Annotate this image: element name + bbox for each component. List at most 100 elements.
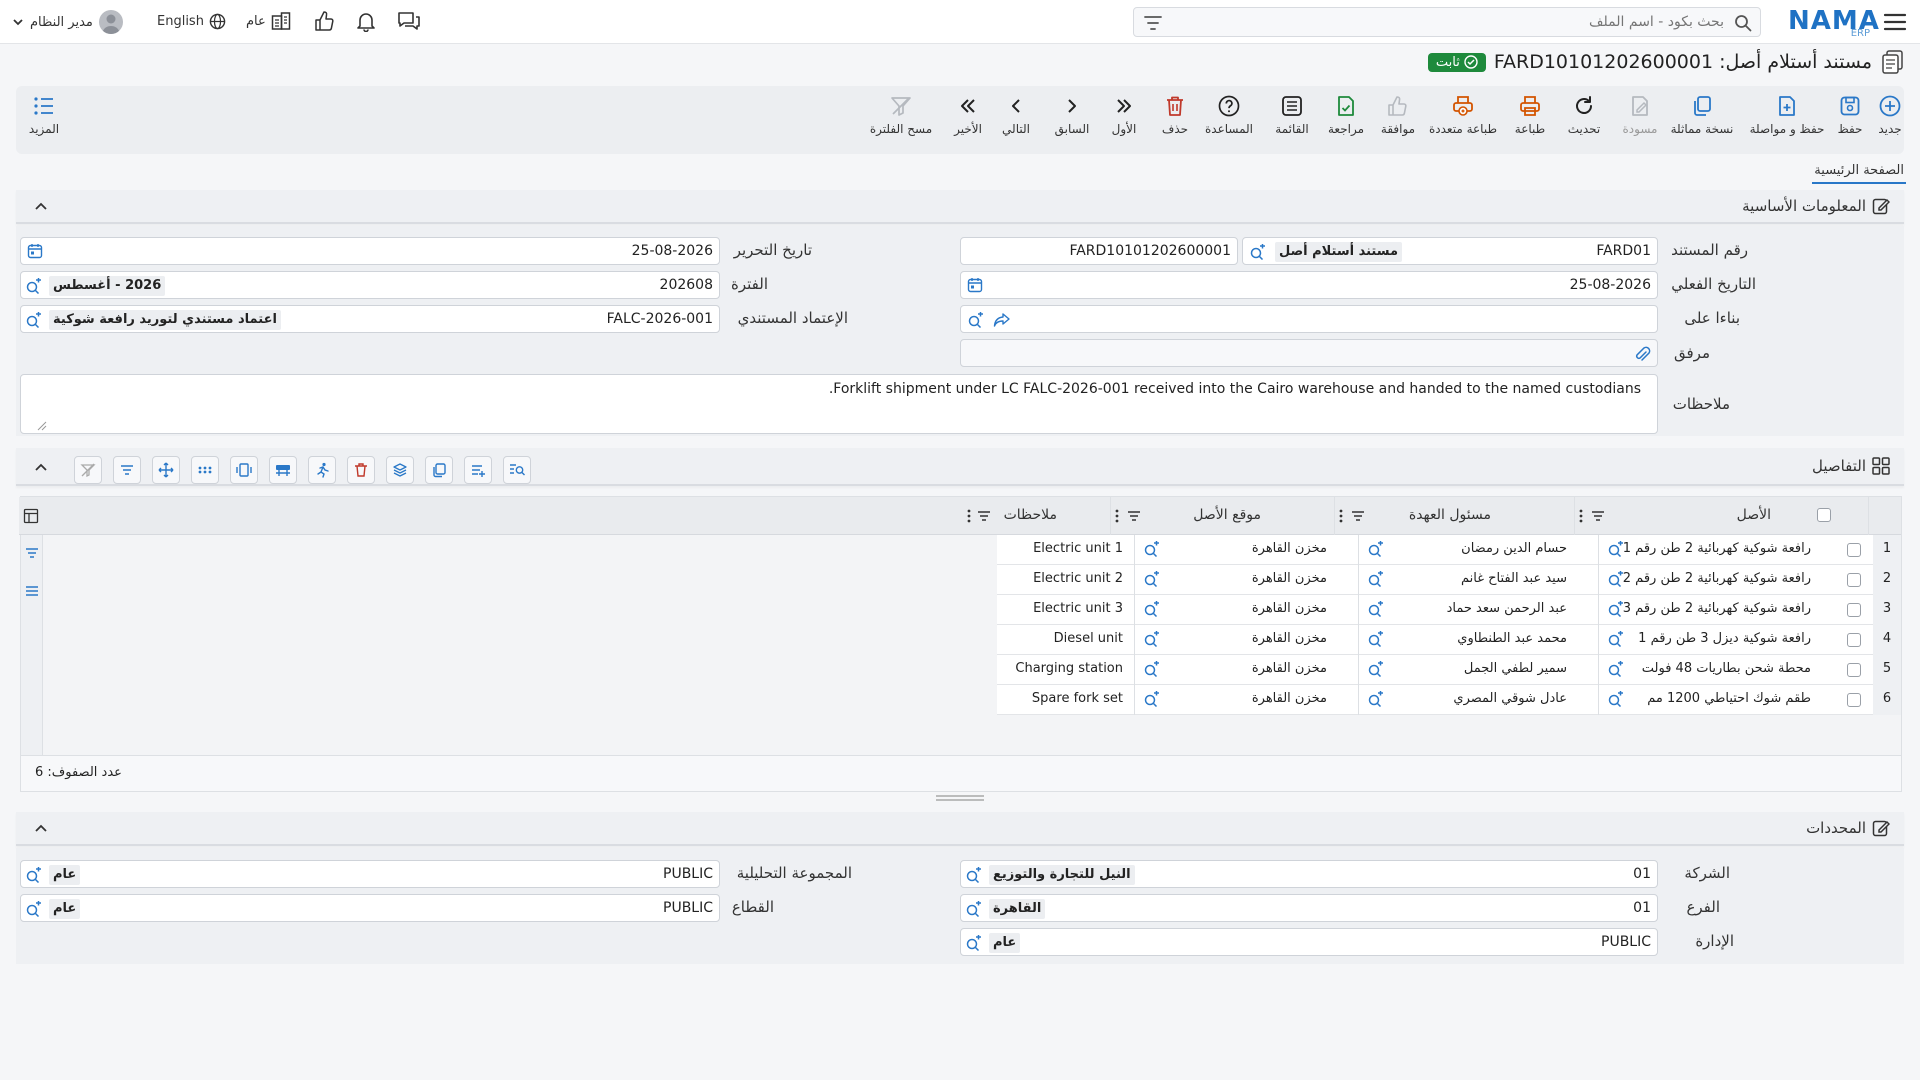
dimensions-header[interactable]: المحددات xyxy=(16,812,1904,846)
collapse-icon[interactable] xyxy=(34,199,48,213)
cell-custodian[interactable]: سمير لطفي الجمل xyxy=(1464,661,1567,676)
language-switch[interactable]: English xyxy=(157,13,226,30)
lookup-icon[interactable] xyxy=(965,901,983,917)
column-menu-icon[interactable] xyxy=(1115,509,1119,523)
cell-location[interactable]: مخزن القاهرة xyxy=(1252,661,1327,676)
column-asset[interactable]: الأصل xyxy=(1737,507,1771,523)
lookup-icon[interactable] xyxy=(1367,631,1385,647)
lookup-icon[interactable] xyxy=(1143,541,1161,557)
review-button[interactable]: مراجعة xyxy=(1326,94,1366,148)
lookup-icon[interactable] xyxy=(1367,601,1385,617)
share-icon[interactable] xyxy=(993,312,1011,328)
grid-move-button[interactable] xyxy=(152,456,180,484)
attachment-field[interactable] xyxy=(960,339,1658,367)
help-button[interactable]: المساعدة xyxy=(1204,94,1254,148)
cell-notes[interactable]: Spare fork set xyxy=(1032,691,1123,706)
column-notes[interactable]: ملاحظات xyxy=(1004,507,1057,523)
department-field[interactable]: PUBLIC عام xyxy=(960,928,1658,956)
cell-custodian[interactable]: عادل شوقي المصري xyxy=(1453,691,1567,706)
more-button[interactable]: المزيد xyxy=(26,94,62,148)
lookup-icon[interactable] xyxy=(1249,244,1267,260)
new-button[interactable]: جديد xyxy=(1870,94,1910,148)
user-menu[interactable]: مدير النظام xyxy=(12,8,123,36)
notes-field[interactable]: Forklift shipment under LC FALC-2026-001… xyxy=(20,374,1658,434)
grid-search-button[interactable] xyxy=(503,456,531,484)
table-row[interactable]: 3 رافعة شوكية كهربائية 2 طن رقم 3 عبد الرح… xyxy=(997,595,1901,625)
lookup-icon[interactable] xyxy=(1367,691,1385,707)
edit-date-field[interactable]: 25-08-2026 xyxy=(20,237,720,265)
period-field[interactable]: 202608 2026 - أغسطس xyxy=(20,271,720,299)
lookup-icon[interactable] xyxy=(967,312,985,328)
lookup-icon[interactable] xyxy=(25,901,43,917)
table-row[interactable]: 5 محطة شحن بطاريات 48 فولت سمير لطفي الجمل… xyxy=(997,655,1901,685)
save-button[interactable]: حفظ xyxy=(1830,94,1870,148)
lookup-icon[interactable] xyxy=(1143,691,1161,707)
lookup-icon[interactable] xyxy=(1607,631,1625,647)
thumbs-up-icon[interactable] xyxy=(313,10,335,32)
table-row[interactable]: 6 طقم شوك احتياطي 1200 مم عادل شوقي المصري… xyxy=(997,685,1901,715)
cell-location[interactable]: مخزن القاهرة xyxy=(1252,691,1327,706)
grid-copy-button[interactable] xyxy=(425,456,453,484)
cell-notes[interactable]: Charging station xyxy=(1015,661,1123,676)
tab-main[interactable]: الصفحة الرئيسية xyxy=(1812,163,1906,184)
first-button[interactable]: الأول xyxy=(1104,94,1144,148)
column-filter-icon[interactable] xyxy=(1591,510,1605,522)
duplicate-button[interactable]: نسخة مماثلة xyxy=(1666,94,1738,148)
column-filter-icon[interactable] xyxy=(1127,510,1141,522)
row-checkbox[interactable] xyxy=(1847,543,1861,557)
calendar-icon[interactable] xyxy=(27,243,43,259)
list-button[interactable]: القائمة xyxy=(1272,94,1312,148)
lookup-icon[interactable] xyxy=(1607,691,1625,707)
grid-layers-button[interactable] xyxy=(386,456,414,484)
lookup-icon[interactable] xyxy=(1143,571,1161,587)
actual-date-field[interactable]: 25-08-2026 xyxy=(960,271,1658,299)
print-button[interactable]: طباعة xyxy=(1510,94,1550,148)
lookup-icon[interactable] xyxy=(1607,661,1625,677)
table-row[interactable]: 4 رافعة شوكية ديزل 3 طن رقم 1 محمد عبد الط… xyxy=(997,625,1901,655)
cell-asset[interactable]: رافعة شوكية كهربائية 2 طن رقم 3 xyxy=(1623,601,1811,616)
lookup-icon[interactable] xyxy=(1367,541,1385,557)
row-checkbox[interactable] xyxy=(1847,633,1861,647)
splitter-handle-icon[interactable] xyxy=(936,794,984,802)
cell-location[interactable]: مخزن القاهرة xyxy=(1252,571,1327,586)
cell-asset[interactable]: رافعة شوكية كهربائية 2 طن رقم 2 xyxy=(1623,571,1811,586)
cell-asset[interactable]: رافعة شوكية كهربائية 2 طن رقم 1 xyxy=(1623,541,1811,556)
doc-number-full-field[interactable]: FARD10101202600001 xyxy=(960,237,1238,265)
column-filter-icon[interactable] xyxy=(977,510,991,522)
table-row[interactable]: 2 رافعة شوكية كهربائية 2 طن رقم 2 سيد عبد … xyxy=(997,565,1901,595)
column-custodian[interactable]: مسئول العهدة xyxy=(1409,507,1491,523)
search-icon[interactable] xyxy=(1734,14,1752,32)
cell-notes[interactable]: Electric unit 2 xyxy=(1033,571,1123,586)
grid-add-rows-button[interactable] xyxy=(464,456,492,484)
grid-delete-button[interactable] xyxy=(347,456,375,484)
branch-field[interactable]: 01 القاهرة xyxy=(960,894,1658,922)
delete-button[interactable]: حذف xyxy=(1160,94,1190,148)
lookup-icon[interactable] xyxy=(25,867,43,883)
documentary-credit-field[interactable]: FALC-2026-001 اعتماد مستندي لتوريد رافعة… xyxy=(20,305,720,333)
row-checkbox[interactable] xyxy=(1847,603,1861,617)
grid-fit-button[interactable] xyxy=(230,456,258,484)
column-menu-icon[interactable] xyxy=(967,509,971,523)
sector-field[interactable]: PUBLIC عام xyxy=(20,894,720,922)
filter-lines-icon[interactable] xyxy=(25,547,39,559)
doc-number-code-field[interactable]: FARD01 مستند أستلام أصل xyxy=(1242,237,1658,265)
grid-clear-filter-button[interactable] xyxy=(74,456,102,484)
column-location[interactable]: موقع الأصل xyxy=(1193,507,1261,523)
basic-info-header[interactable]: المعلومات الأساسية xyxy=(16,190,1904,224)
hamburger-menu-icon[interactable] xyxy=(1882,10,1908,34)
draft-button[interactable]: مسودة xyxy=(1620,94,1660,148)
cell-custodian[interactable]: محمد عبد الطنطاوي xyxy=(1457,631,1567,646)
filter-icon[interactable] xyxy=(1144,15,1162,31)
lookup-icon[interactable] xyxy=(1143,631,1161,647)
lookup-icon[interactable] xyxy=(1607,601,1625,617)
row-checkbox[interactable] xyxy=(1847,663,1861,677)
clear-filter-button[interactable]: مسح الفلترة xyxy=(866,94,936,148)
cell-custodian[interactable]: عبد الرحمن سعد حماد xyxy=(1447,601,1567,616)
grid-dots-button[interactable] xyxy=(191,456,219,484)
multi-print-button[interactable]: طباعة متعددة xyxy=(1428,94,1498,148)
search-input[interactable] xyxy=(1224,12,1724,32)
cell-notes[interactable]: Electric unit 3 xyxy=(1033,601,1123,616)
column-chooser-icon[interactable] xyxy=(23,508,39,524)
resize-handle-icon[interactable] xyxy=(37,421,47,431)
chat-icon[interactable] xyxy=(397,10,421,32)
